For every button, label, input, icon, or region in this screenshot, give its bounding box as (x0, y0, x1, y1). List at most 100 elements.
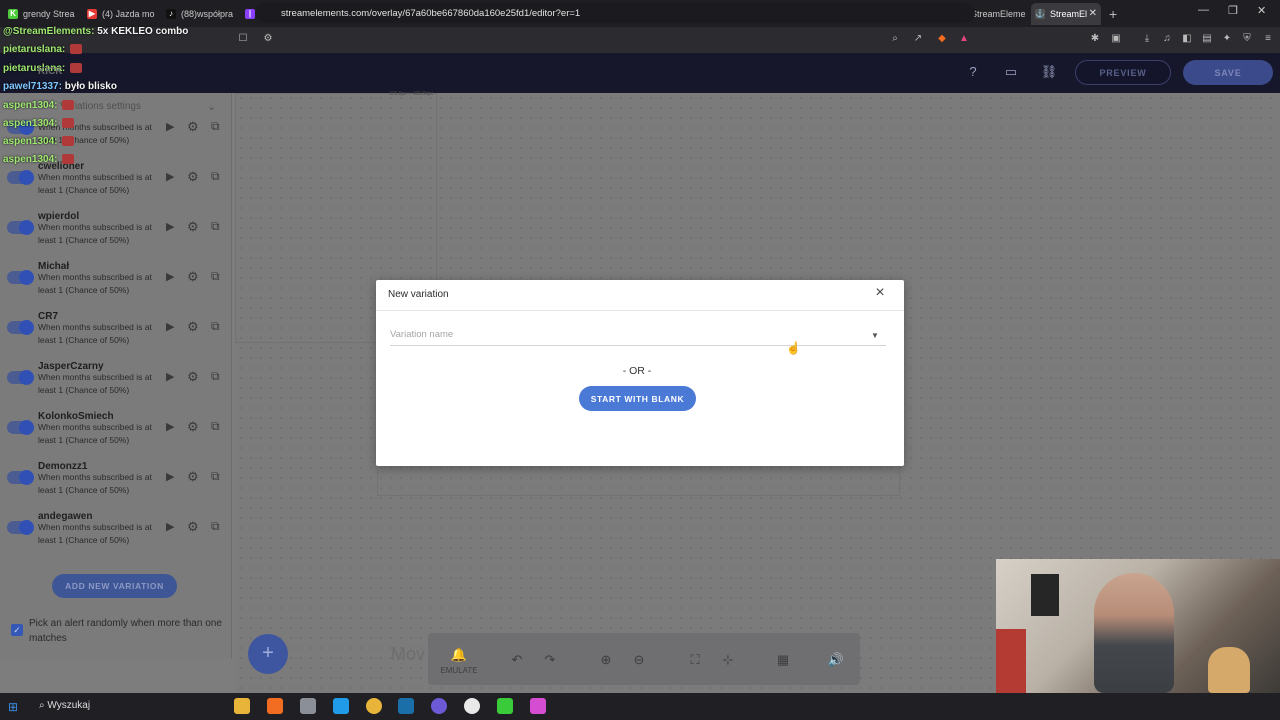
play-icon[interactable]: ▶ (166, 270, 174, 283)
play-icon[interactable]: ▶ (166, 370, 174, 383)
discord-icon[interactable] (431, 698, 447, 714)
brave-rewards-icon[interactable]: ▲ (958, 33, 970, 45)
browser-tab[interactable]: Kgrendy Strea (4, 3, 83, 25)
variation-toggle[interactable] (7, 320, 34, 335)
edge-icon[interactable] (333, 698, 349, 714)
add-new-variation-button[interactable]: ADD NEW VARIATION (52, 574, 177, 598)
leo-ai-icon[interactable]: ✦ (1221, 33, 1233, 45)
variation-row[interactable]: andegawen When months subscribed is at le… (0, 511, 232, 563)
variation-name-input[interactable] (390, 324, 886, 346)
variation-toggle[interactable] (7, 270, 34, 285)
close-window-icon[interactable]: ✕ (1257, 4, 1266, 17)
windows-start-icon[interactable]: ⊞ (8, 700, 22, 714)
gear-icon[interactable]: ⚙ (187, 119, 199, 135)
menu-icon[interactable]: ≡ (1262, 33, 1274, 45)
zoom-in-icon[interactable]: ⊕ (597, 652, 615, 668)
variation-toggle[interactable] (7, 220, 34, 235)
new-tab-button[interactable]: + (1109, 6, 1117, 22)
chrome-icon[interactable] (366, 698, 382, 714)
collapse-chevron-icon[interactable]: ⌄ (207, 100, 216, 113)
duplicate-icon[interactable]: ⧉ (211, 169, 220, 184)
play-icon[interactable]: ▶ (166, 470, 174, 483)
browser-tab[interactable]: ▶ (4) Jazda mo (83, 3, 162, 25)
volume-icon[interactable]: 🔊 (827, 652, 845, 668)
play-icon[interactable]: ▶ (166, 520, 174, 533)
wallet-icon[interactable]: ▤ (1201, 33, 1213, 45)
gear-icon[interactable]: ⚙ (187, 519, 199, 535)
bookmark-icon[interactable]: ☐ (237, 33, 249, 45)
close-icon[interactable]: × (873, 285, 887, 301)
variation-row[interactable]: cwelioner When months subscribed is at le… (0, 161, 232, 213)
browser-tab[interactable]: ⚓ StreamEl ✕ (1031, 2, 1101, 25)
duplicate-icon[interactable]: ⧉ (211, 519, 220, 534)
gear-icon[interactable]: ⚙ (187, 169, 199, 185)
app-icon[interactable] (300, 698, 316, 714)
obs-icon[interactable] (464, 698, 480, 714)
play-icon[interactable]: ▶ (166, 420, 174, 433)
fullscreen-icon[interactable]: ⛶ (686, 652, 704, 668)
play-icon[interactable]: ▶ (166, 120, 174, 133)
vpn-icon[interactable]: ⛨ (1241, 33, 1253, 45)
site-settings-icon[interactable]: ⚙ (262, 33, 274, 45)
dropdown-caret-icon[interactable]: ▼ (871, 331, 879, 340)
media-icon[interactable]: ♫ (1161, 33, 1173, 45)
save-button[interactable]: SAVE (1183, 60, 1273, 85)
monitor-icon[interactable]: ▭ (1002, 63, 1020, 81)
zoom-icon[interactable]: ⌕ (889, 33, 901, 45)
extensions-icon[interactable]: ✱ (1089, 33, 1101, 45)
variation-toggle[interactable] (7, 170, 34, 185)
duplicate-icon[interactable]: ⧉ (211, 369, 220, 384)
brave-browser-icon[interactable] (267, 698, 283, 714)
duplicate-icon[interactable]: ⧉ (211, 119, 220, 134)
duplicate-icon[interactable]: ⧉ (211, 419, 220, 434)
gear-icon[interactable]: ⚙ (187, 369, 199, 385)
variation-toggle[interactable] (7, 470, 34, 485)
add-widget-button[interactable]: + (248, 634, 288, 674)
redo-icon[interactable]: ↷ (541, 652, 559, 668)
game-icon[interactable] (530, 698, 546, 714)
help-icon[interactable]: ? (964, 63, 982, 81)
screenshot-icon[interactable]: ▣ (1110, 33, 1122, 45)
gear-icon[interactable]: ⚙ (187, 219, 199, 235)
gear-icon[interactable]: ⚙ (187, 469, 199, 485)
browser-tab[interactable]: ♪ (88)współpra (162, 3, 241, 25)
pick-random-checkbox[interactable]: ✓ (11, 624, 23, 636)
kick-app-icon[interactable] (497, 698, 513, 714)
download-icon[interactable]: ⤓ (1141, 33, 1153, 45)
sidebar-icon[interactable]: ◧ (1181, 33, 1193, 45)
variation-row[interactable]: Demonzz1 When months subscribed is at lea… (0, 461, 232, 513)
duplicate-icon[interactable]: ⧉ (211, 319, 220, 334)
minimize-window-icon[interactable]: — (1198, 4, 1209, 16)
share-icon[interactable]: ↗ (912, 33, 924, 45)
emulate-button[interactable]: 🔔 EMULATE (440, 646, 478, 675)
variation-row[interactable]: wpierdol When months subscribed is at lea… (0, 211, 232, 263)
zoom-out-icon[interactable]: ⊖ (630, 652, 648, 668)
variation-row[interactable]: CR7 When months subscribed is at least 1 … (0, 311, 232, 363)
brave-shield-icon[interactable]: ◆ (936, 33, 948, 45)
variation-row[interactable]: KolonkoSmiech When months subscribed is a… (0, 411, 232, 463)
duplicate-icon[interactable]: ⧉ (211, 469, 220, 484)
variation-toggle[interactable] (7, 420, 34, 435)
steam-icon[interactable] (398, 698, 414, 714)
duplicate-icon[interactable]: ⧉ (211, 219, 220, 234)
maximize-window-icon[interactable]: ❐ (1228, 4, 1238, 17)
exit-fullscreen-icon[interactable]: ⊹ (719, 652, 737, 668)
variation-toggle[interactable] (7, 370, 34, 385)
url-field[interactable]: streamelements.com/overlay/67a60be667860… (255, 3, 975, 23)
gear-icon[interactable]: ⚙ (187, 319, 199, 335)
play-icon[interactable]: ▶ (166, 170, 174, 183)
undo-icon[interactable]: ↶ (508, 652, 526, 668)
taskbar-search[interactable]: ⌕ Wyszukaj (39, 700, 90, 711)
play-icon[interactable]: ▶ (166, 220, 174, 233)
preview-button[interactable]: PREVIEW (1075, 60, 1171, 85)
gear-icon[interactable]: ⚙ (187, 269, 199, 285)
grid-icon[interactable]: ▦ (774, 652, 792, 668)
variation-row[interactable]: JasperCzarny When months subscribed is at… (0, 361, 232, 413)
duplicate-icon[interactable]: ⧉ (211, 269, 220, 284)
start-with-blank-button[interactable]: START WITH BLANK (579, 386, 696, 411)
close-tab-icon[interactable]: ✕ (1089, 8, 1097, 19)
link-icon[interactable]: ⛓ (1040, 63, 1058, 81)
file-explorer-icon[interactable] (234, 698, 250, 714)
variation-row[interactable]: Michał When months subscribed is at least… (0, 261, 232, 313)
gear-icon[interactable]: ⚙ (187, 419, 199, 435)
